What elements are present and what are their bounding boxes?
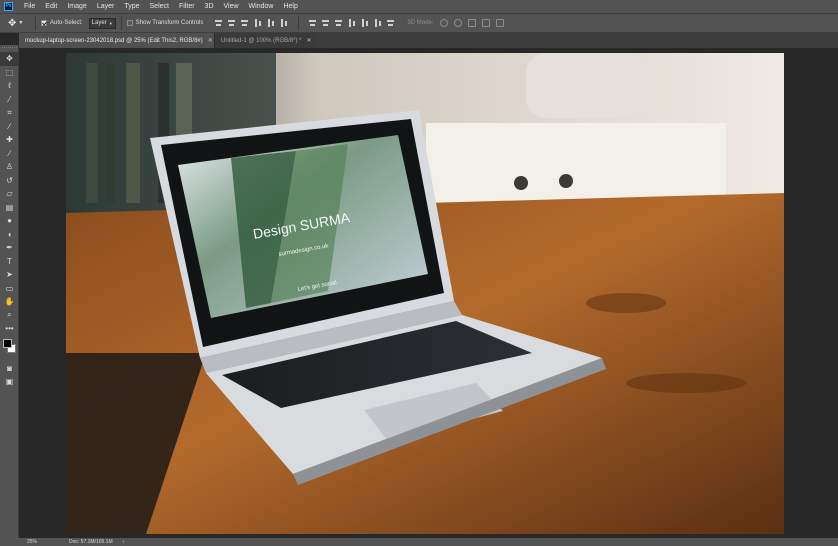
path-select-icon[interactable]: ➤ — [0, 268, 19, 282]
align-hcenter-icon[interactable] — [267, 18, 275, 28]
document-tabs: mockup-laptop-screen-23042018.psd @ 25% … — [19, 33, 838, 48]
status-bar: 25% Doc: 57.1M/105.1M › — [0, 538, 838, 546]
align-left-icon[interactable] — [254, 18, 262, 28]
screen-mode-icon[interactable]: ▣ — [0, 375, 19, 389]
history-brush-icon[interactable]: ↺ — [0, 174, 19, 188]
divider — [120, 16, 122, 30]
tab-label: Untitled-1 @ 100% (RGB/8*) * — [221, 37, 302, 44]
auto-select-target-dropdown[interactable]: Layer ▼ — [88, 17, 116, 29]
more-tools-icon[interactable]: ••• — [0, 322, 19, 336]
3d-scale-icon[interactable] — [496, 19, 505, 27]
distribute-hcenter-icon[interactable] — [361, 18, 369, 28]
marquee-icon[interactable]: ⬚ — [0, 66, 19, 80]
close-icon[interactable]: ✕ — [208, 37, 213, 44]
menu-type[interactable]: Type — [124, 3, 139, 10]
color-swatches — [0, 336, 19, 356]
photoshop-logo-icon[interactable]: Ps — [4, 2, 13, 11]
zoom-level[interactable]: 25% — [27, 539, 57, 545]
healing-icon[interactable]: ✚ — [0, 133, 19, 147]
tab-untitled-document[interactable]: Untitled-1 @ 100% (RGB/8*) * ✕ — [214, 33, 316, 48]
tool-preset-picker[interactable]: ✥ ▼ — [8, 18, 30, 29]
align-right-icon[interactable] — [280, 18, 288, 28]
move-icon[interactable]: ✥ — [0, 52, 19, 66]
auto-align-icon[interactable] — [387, 19, 395, 28]
canvas-photo: Design SURMAsurmadesign.co.ukLet's get s… — [66, 53, 784, 534]
3d-mode-label: 3D Mode: — [407, 20, 434, 26]
chevron-down-icon: ▼ — [108, 20, 113, 26]
document-canvas[interactable]: Design SURMA surmadesign.co.uk Let's get s… — [66, 53, 784, 534]
zoom-icon[interactable]: ⌕ — [0, 309, 19, 323]
menu-bar: Ps File Edit Image Layer Type Select Fil… — [0, 0, 838, 13]
menu-help[interactable]: Help — [283, 3, 297, 10]
foreground-color-swatch[interactable] — [3, 338, 12, 348]
status-menu-arrow[interactable]: › — [123, 539, 125, 545]
3d-slide-icon[interactable] — [482, 19, 491, 27]
tab-label: mockup-laptop-screen-23042018.psd @ 25% … — [25, 37, 203, 44]
hand-icon[interactable]: ✋ — [0, 295, 19, 309]
menu-3d[interactable]: 3D — [205, 3, 214, 10]
distribute-vcenter-icon[interactable] — [322, 19, 330, 28]
move-tool-icon: ✥ — [8, 17, 17, 29]
auto-select-option[interactable]: Auto-Select: — [41, 20, 83, 26]
divider — [35, 16, 36, 30]
eyedropper-icon[interactable]: ⁄ — [0, 120, 19, 134]
tools-panel: ✥ ⬚ ℓ ⁄ ⌗ ⁄ ✚ ∕ ♙ ↺ ▱ ▤ ● ◖ ✒ T ➤ ▭ ✋ ⌕ … — [0, 45, 19, 539]
menu-layer[interactable]: Layer — [97, 3, 115, 10]
align-controls — [215, 16, 395, 30]
distribute-top-icon[interactable] — [309, 19, 317, 28]
type-icon[interactable]: T — [0, 255, 19, 269]
tab-mockup-document[interactable]: mockup-laptop-screen-23042018.psd @ 25% … — [19, 33, 214, 48]
dodge-icon[interactable]: ◖ — [0, 228, 19, 242]
crop-icon[interactable]: ⌗ — [0, 106, 19, 120]
distribute-bottom-icon[interactable] — [335, 19, 343, 28]
menu-edit[interactable]: Edit — [45, 3, 57, 10]
gradient-icon[interactable]: ▤ — [0, 201, 19, 215]
show-transform-checkbox[interactable] — [126, 20, 133, 26]
menu-select[interactable]: Select — [150, 3, 169, 10]
magic-wand-icon[interactable]: ⁄ — [0, 93, 19, 107]
blur-icon[interactable]: ● — [0, 214, 19, 228]
brush-icon[interactable]: ∕ — [0, 147, 19, 161]
auto-select-target-value: Layer — [91, 20, 107, 26]
menu-file[interactable]: File — [24, 3, 35, 10]
3d-mode-controls — [440, 19, 505, 27]
options-bar: ✥ ▼ Auto-Select: Layer ▼ Show Transform … — [0, 13, 838, 33]
panel-grip[interactable] — [1, 47, 17, 50]
menu-filter[interactable]: Filter — [179, 3, 195, 10]
close-icon[interactable]: ✕ — [306, 37, 311, 44]
pen-icon[interactable]: ✒ — [0, 241, 19, 255]
show-transform-label: Show Transform Controls — [135, 20, 204, 26]
menu-image[interactable]: Image — [67, 3, 86, 10]
3d-roll-icon[interactable] — [454, 19, 463, 27]
quick-mask-icon[interactable]: ◙ — [0, 362, 19, 376]
distribute-left-icon[interactable] — [348, 18, 356, 28]
stamp-icon[interactable]: ♙ — [0, 160, 19, 174]
rectangle-icon[interactable]: ▭ — [0, 282, 19, 296]
lasso-icon[interactable]: ℓ — [0, 79, 19, 93]
auto-select-checkbox[interactable] — [41, 20, 47, 26]
menu-window[interactable]: Window — [249, 3, 274, 10]
distribute-right-icon[interactable] — [374, 18, 382, 28]
3d-pan-icon[interactable] — [468, 19, 477, 27]
eraser-icon[interactable]: ▱ — [0, 187, 19, 201]
show-transform-option[interactable]: Show Transform Controls — [126, 20, 204, 26]
chevron-down-icon: ▼ — [18, 20, 24, 26]
align-top-icon[interactable] — [215, 19, 223, 28]
divider — [298, 16, 300, 30]
document-size-info: Doc: 57.1M/105.1M — [69, 539, 113, 545]
3d-orbit-icon[interactable] — [440, 19, 449, 27]
auto-select-label: Auto-Select: — [50, 20, 83, 26]
align-bottom-icon[interactable] — [241, 19, 249, 28]
menu-view[interactable]: View — [224, 3, 239, 10]
align-vcenter-icon[interactable] — [228, 19, 236, 28]
